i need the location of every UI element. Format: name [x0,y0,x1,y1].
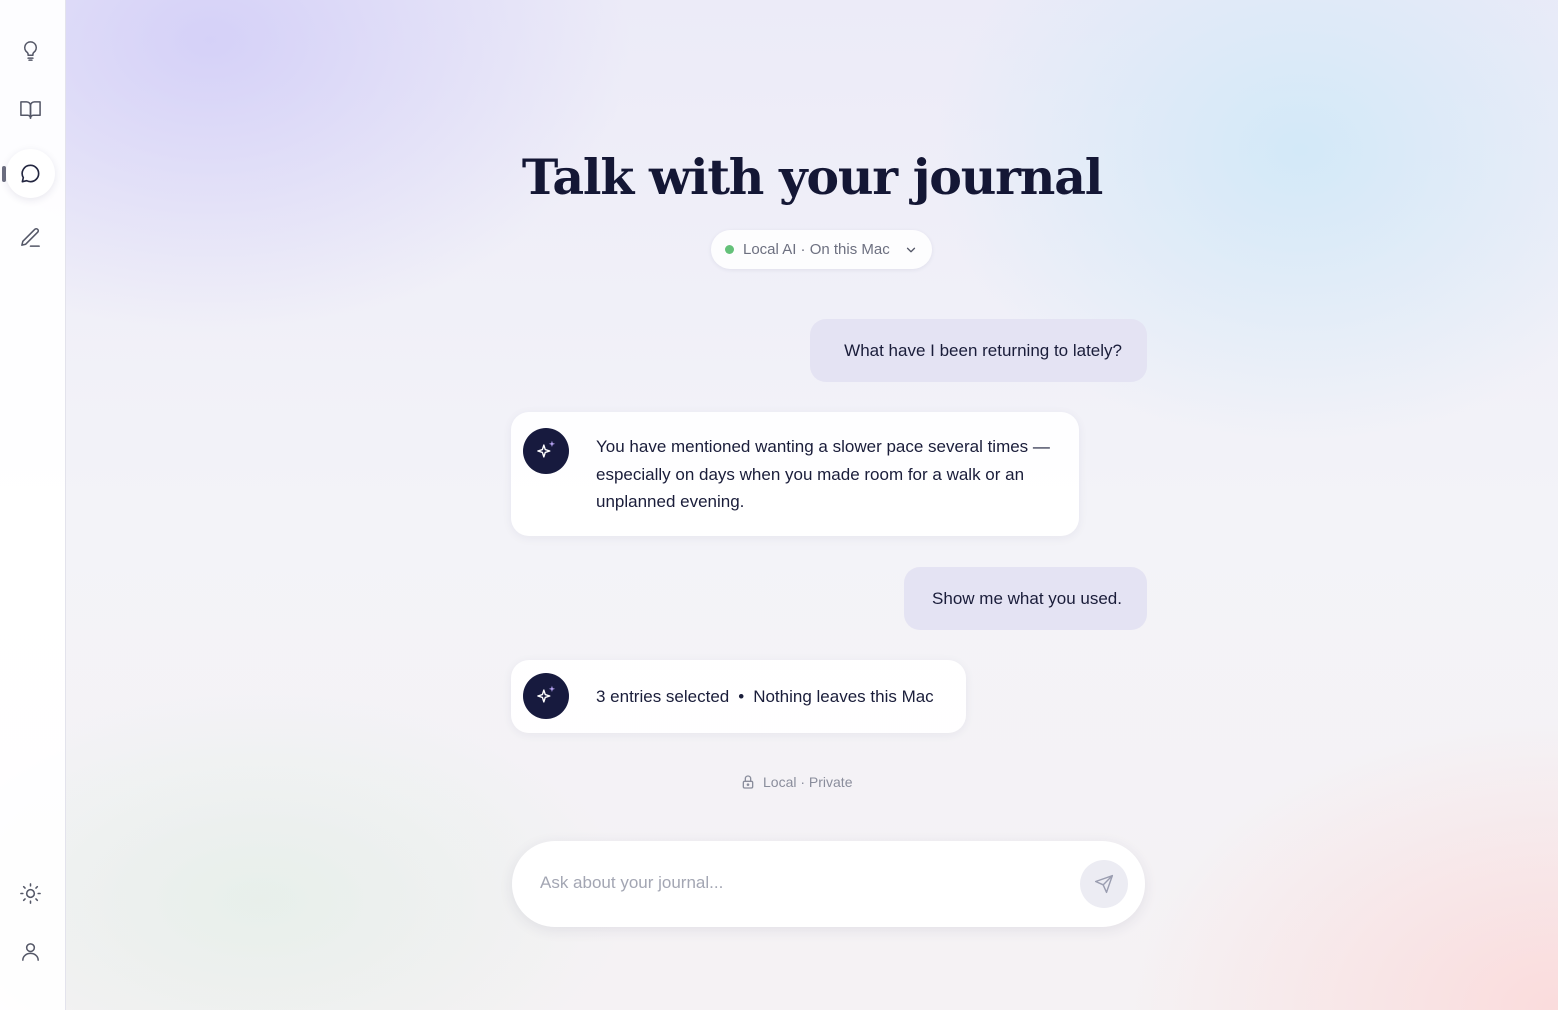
send-button[interactable] [1080,860,1128,908]
assistant-message-text: You have mentioned wanting a slower pace… [596,437,1050,511]
separator-dot: • [738,687,745,706]
user-message: Show me what you used. [904,567,1147,630]
ai-avatar [523,673,569,719]
sun-icon [20,883,41,904]
sidebar-item-insights[interactable] [6,26,55,75]
lock-icon [742,775,754,789]
send-icon [1094,874,1114,894]
message-composer [512,841,1145,927]
assistant-message: You have mentioned wanting a slower pace… [511,412,1079,536]
model-selector[interactable]: Local AI · On this Mac [711,230,932,269]
user-icon [22,943,39,961]
ai-avatar [523,428,569,474]
sparkle-icon [537,440,556,458]
sidebar-item-write[interactable] [6,213,55,262]
user-message-text: Show me what you used. [932,588,1122,608]
user-message: What have I been returning to lately? [810,319,1147,382]
status-dot [725,245,734,254]
pencil-icon [21,228,40,247]
chat-area: Talk with your journal Local AI · On thi… [66,0,1558,1010]
privacy-statement-text: Nothing leaves this Mac [753,687,934,706]
page-title: Talk with your journal [521,148,1104,206]
sidebar-item-chat[interactable] [6,149,55,198]
privacy-note: Local · Private [740,774,852,790]
entries-selected-text: 3 entries selected [596,687,730,706]
privacy-note-text: Local · Private [763,774,853,790]
book-icon [20,101,41,119]
sidebar-item-journal[interactable] [6,85,55,134]
model-selector-label: Local AI · On this Mac [743,241,890,258]
sidebar [0,0,66,1010]
theme-toggle-button[interactable] [6,869,55,918]
sparkle-icon [537,685,556,703]
assistant-message: 3 entries selected • Nothing leaves this M… [511,660,966,733]
lightbulb-icon [23,41,38,61]
profile-button[interactable] [6,927,55,976]
user-message-text: What have I been returning to lately? [844,340,1122,360]
chevron-down-icon [906,247,916,253]
assistant-message-text: 3 entries selected • Nothing leaves this M… [596,683,940,710]
message-input[interactable] [540,867,1060,899]
chat-bubble-icon [21,164,40,183]
